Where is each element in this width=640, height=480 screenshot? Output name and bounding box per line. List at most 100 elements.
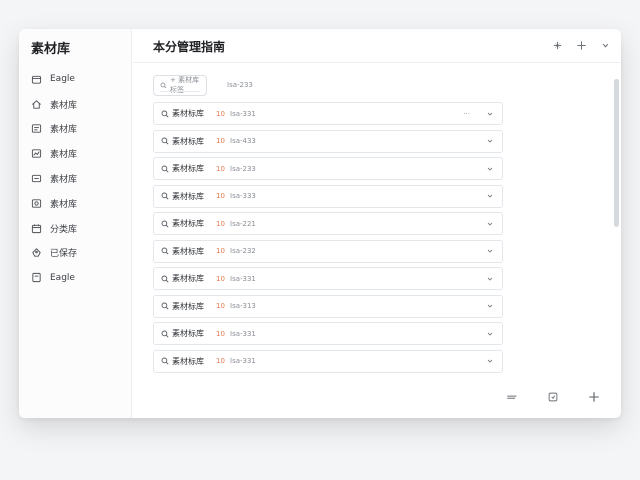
sidebar-item-library[interactable]: 素材库 xyxy=(19,92,131,117)
row-name: 素材标库 xyxy=(172,219,204,228)
chevron-down-icon[interactable] xyxy=(486,137,494,145)
home-icon xyxy=(32,99,41,109)
row-tag: 10 xyxy=(216,274,225,283)
row-name: 素材标库 xyxy=(172,329,204,338)
sidebar-item-library-archive[interactable]: 素材库 xyxy=(19,166,131,191)
image-icon xyxy=(31,124,42,134)
filter-code: Isa-233 xyxy=(227,81,253,89)
row-tag: 10 xyxy=(216,329,225,338)
sparkle-button[interactable] xyxy=(551,39,563,51)
file-row[interactable]: 素材标库 10 Isa-233 xyxy=(153,157,503,180)
chevron-down-icon[interactable] xyxy=(486,247,494,255)
plus-icon xyxy=(589,392,599,402)
chevron-down-icon[interactable] xyxy=(486,330,494,338)
row-code: Isa-333 xyxy=(230,192,256,200)
search-icon xyxy=(161,357,169,365)
search-icon xyxy=(161,330,169,338)
link-icon xyxy=(507,395,517,399)
filter-row: + 素材库标签 Isa-233 xyxy=(153,74,503,96)
sidebar-item-label: 素材库 xyxy=(50,199,78,210)
calendar-icon xyxy=(31,224,42,233)
file-row[interactable]: 素材标库 10 Isa-331 xyxy=(153,349,503,373)
row-name: 素材标库 xyxy=(172,246,204,256)
row-name: 素材标库 xyxy=(172,164,204,173)
search-icon xyxy=(161,192,169,200)
row-code: Isa-331 xyxy=(230,109,256,118)
search-icon xyxy=(160,82,167,88)
sidebar-item-saved[interactable]: 已保存 xyxy=(19,241,131,266)
row-name: 素材标库 xyxy=(172,136,204,146)
app-window: 素材库 Eagle 素材库 素材库 素材库 素材库 素材库 分类库 已保存 Ea… xyxy=(19,29,621,418)
sidebar-item-library-stats[interactable]: 素材库 xyxy=(19,141,131,166)
sidebar-item-label: 素材库 xyxy=(50,125,78,136)
row-code: Isa-221 xyxy=(230,219,256,228)
row-code: Isa-331 xyxy=(230,329,256,338)
plus-icon xyxy=(576,40,586,50)
document-icon xyxy=(32,273,41,283)
row-name: 素材标库 xyxy=(172,301,204,311)
search-icon xyxy=(161,302,169,310)
chevron-down-icon[interactable] xyxy=(486,275,494,283)
file-row[interactable]: 素材标库 10 Isa-331 ··· xyxy=(153,102,503,125)
row-tag: 10 xyxy=(216,137,225,145)
clipboard-button[interactable] xyxy=(546,390,560,404)
row-name: 素材标库 xyxy=(172,274,204,283)
row-more[interactable]: ··· xyxy=(463,110,470,118)
top-bar: 本分管理指南 xyxy=(133,29,621,63)
row-container: 素材标库 10 Isa-331 ··· 素材标库 10 Isa-433 素材标库 10 Isa-2… xyxy=(153,102,503,373)
chevron-down-icon[interactable] xyxy=(486,165,494,173)
row-code: Isa-433 xyxy=(230,137,256,145)
clipboard-icon xyxy=(548,392,558,402)
sidebar-list: Eagle 素材库 素材库 素材库 素材库 素材库 分类库 已保存 Eagle xyxy=(19,67,131,290)
row-code: Isa-331 xyxy=(230,274,256,283)
archive-icon xyxy=(31,174,42,183)
search-icon xyxy=(161,220,169,228)
chevron-down-icon[interactable] xyxy=(486,357,494,365)
sidebar-item-label: 分类库 xyxy=(50,224,78,235)
add-item-button[interactable] xyxy=(587,390,601,404)
sidebar-item-label: 素材库 xyxy=(50,150,78,161)
chevron-down-icon[interactable] xyxy=(486,220,494,228)
file-list: + 素材库标签 Isa-233 素材标库 10 Isa-331 ··· 素材标库 10 Is… xyxy=(153,74,503,377)
file-row[interactable]: 素材标库 10 Isa-333 xyxy=(153,184,503,208)
chevron-down-icon[interactable] xyxy=(486,302,494,310)
top-actions xyxy=(551,39,611,51)
chart-icon xyxy=(31,149,42,158)
row-name: 素材标库 xyxy=(172,109,204,118)
sidebar-item-eagle[interactable]: Eagle xyxy=(19,67,131,92)
add-button[interactable] xyxy=(575,39,587,51)
file-row[interactable]: 素材标库 10 Isa-232 xyxy=(153,239,503,263)
sidebar-item-library-images[interactable]: 素材库 xyxy=(19,117,131,142)
row-tag: 10 xyxy=(216,247,225,255)
row-tag: 10 xyxy=(216,164,225,173)
row-name: 素材标库 xyxy=(172,191,204,201)
file-row[interactable]: 素材标库 10 Isa-313 xyxy=(153,294,503,318)
tag-icon xyxy=(32,248,41,258)
row-code: Isa-232 xyxy=(230,247,256,255)
chevron-down-icon[interactable] xyxy=(486,110,494,118)
row-tag: 10 xyxy=(216,109,225,118)
file-row[interactable]: 素材标库 10 Isa-433 xyxy=(153,129,503,153)
filter-chip[interactable]: + 素材库标签 xyxy=(153,74,207,96)
link-button[interactable] xyxy=(505,390,519,404)
sidebar-item-eagle-docs[interactable]: Eagle xyxy=(19,265,131,290)
chevron-down-icon xyxy=(602,43,608,48)
sidebar-item-library-photos[interactable]: 素材库 xyxy=(19,191,131,216)
row-code: Isa-313 xyxy=(230,302,256,310)
file-row[interactable]: 素材标库 10 Isa-331 xyxy=(153,322,503,345)
main-panel: 本分管理指南 + 素材库标签 Isa-233 素材标库 10 Isa-331 ·… xyxy=(133,29,621,418)
search-icon xyxy=(161,247,169,255)
file-row[interactable]: 素材标库 10 Isa-331 xyxy=(153,267,503,290)
sidebar-item-label: Eagle xyxy=(50,272,75,283)
search-icon xyxy=(161,165,169,173)
sidebar-item-categories[interactable]: 分类库 xyxy=(19,216,131,241)
bottom-actions xyxy=(505,390,601,404)
row-code: Isa-233 xyxy=(230,164,256,173)
file-row[interactable]: 素材标库 10 Isa-221 xyxy=(153,212,503,235)
sidebar-item-label: Eagle xyxy=(50,74,75,85)
dropdown-button[interactable] xyxy=(599,39,611,51)
sidebar-item-label: 素材库 xyxy=(50,100,78,111)
search-icon xyxy=(161,110,169,118)
scrollbar-thumb[interactable] xyxy=(614,79,619,227)
chevron-down-icon[interactable] xyxy=(486,192,494,200)
